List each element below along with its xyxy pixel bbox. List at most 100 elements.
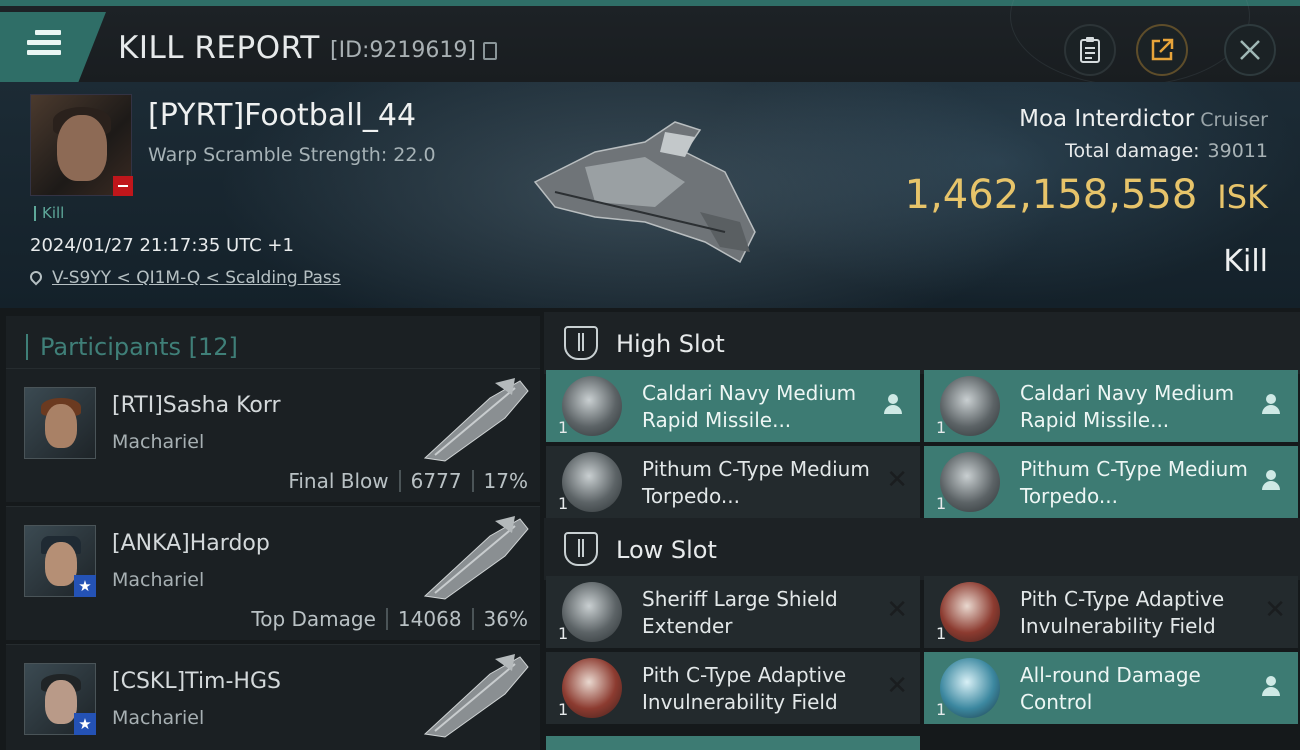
destroyed-x-icon: ✕ — [886, 465, 908, 495]
high-slot-title: High Slot — [616, 330, 725, 358]
participant-damage: 6777 — [410, 469, 462, 493]
clipboard-icon — [1080, 37, 1100, 63]
participant-stats: Final Blow 6777 17% — [288, 469, 528, 493]
person-icon — [1260, 392, 1282, 418]
module-quantity: 1 — [558, 418, 569, 437]
isk-amount: 1,462,158,558 — [904, 172, 1198, 218]
participants-header: Participants [12] — [6, 316, 540, 374]
total-damage-label: Total damage: — [1065, 140, 1200, 162]
shield-extender-icon — [562, 582, 622, 642]
location-link[interactable]: V-S9YY < QI1M-Q < Scalding Pass — [27, 268, 341, 288]
ship-class: Cruiser — [1200, 109, 1268, 131]
participant-row[interactable]: ★ [CSKL]Tim-HGS Machariel — [6, 644, 540, 750]
kill-report-screen: KILL REPORT [ID:9219619] [PYRT]Football_… — [0, 0, 1300, 750]
participant-stats: Top Damage 14068 36% — [251, 607, 528, 631]
participant-role: Top Damage — [251, 607, 376, 631]
isk-value: 1,462,158,558 ISK — [905, 172, 1268, 218]
module-name: Pithum C-Type Medium Torpedo... — [642, 457, 870, 508]
participant-ship-image — [423, 516, 529, 600]
total-damage-value: 39011 — [1207, 140, 1268, 162]
low-slot-header: Low Slot — [544, 518, 1300, 580]
participant-row[interactable]: [RTI]Sasha Korr Machariel Final Blow 6777… — [6, 368, 540, 502]
copy-icon[interactable] — [483, 42, 497, 60]
fitting-panel: High Slot 1 Caldari Navy Medium Rapid Mi… — [540, 308, 1300, 750]
close-button[interactable] — [1224, 24, 1276, 76]
clipboard-button[interactable] — [1064, 24, 1116, 76]
participant-name: [RTI]Sasha Korr — [112, 393, 281, 418]
location-pin-icon — [27, 268, 45, 286]
module-name: All-round Damage Control — [1020, 663, 1201, 714]
total-damage: Total damage: 39011 — [1065, 140, 1268, 162]
module-quantity: 1 — [558, 494, 569, 513]
participant-ship: Machariel — [112, 569, 205, 591]
module-item[interactable]: 1 All-round Damage Control — [924, 652, 1298, 724]
module-quantity: 1 — [936, 624, 947, 643]
isk-unit: ISK — [1217, 178, 1268, 216]
module-quantity: 1 — [558, 700, 569, 719]
module-item[interactable]: 1 Caldari Navy Medium Rapid Missile... — [924, 370, 1298, 442]
share-button[interactable] — [1136, 24, 1188, 76]
module-name: Pith C-Type Adaptive Invulnerability Fie… — [642, 663, 847, 714]
module-item[interactable]: 1 Caldari Navy Medium Rapid Missile... — [546, 370, 920, 442]
close-icon — [1240, 40, 1260, 60]
warp-scramble-strength: Warp Scramble Strength: 22.0 — [148, 144, 436, 166]
ship-type[interactable]: Moa Interdictor Cruiser — [1019, 106, 1268, 132]
rapid-missile-launcher-icon — [562, 376, 622, 436]
person-icon — [1260, 468, 1282, 494]
low-slot-icon — [564, 532, 598, 566]
module-quantity: 1 — [936, 494, 947, 513]
participant-name: [CSKL]Tim-HGS — [112, 669, 281, 694]
module-item[interactable]: 1 Pithum C-Type Medium Torpedo... ✕ — [546, 446, 920, 518]
person-icon — [882, 392, 904, 418]
participant-ship-image — [423, 378, 529, 462]
participant-avatar[interactable] — [24, 387, 96, 459]
participants-title: Participants [12] — [26, 334, 238, 360]
torpedo-launcher-icon — [562, 452, 622, 512]
location-text: V-S9YY < QI1M-Q < Scalding Pass — [52, 268, 341, 288]
menu-icon — [27, 30, 61, 60]
module-name: Caldari Navy Medium Rapid Missile... — [1020, 381, 1235, 432]
low-slot-title: Low Slot — [616, 536, 717, 564]
destroyed-x-icon: ✕ — [886, 671, 908, 701]
module-name: Caldari Navy Medium Rapid Missile... — [642, 381, 857, 432]
module-item[interactable]: 1 Sheriff Large Shield Extender ✕ — [546, 576, 920, 648]
star-badge-icon: ★ — [74, 575, 96, 597]
page-title: KILL REPORT — [118, 30, 320, 66]
header-decoration — [1010, 0, 1250, 86]
star-badge-icon: ★ — [74, 713, 96, 735]
module-name: Sheriff Large Shield Extender — [642, 587, 838, 638]
destroyed-x-icon: ✕ — [886, 595, 908, 625]
participant-name: [ANKA]Hardop — [112, 531, 270, 556]
participant-ship-image — [423, 654, 529, 738]
module-name: Pith C-Type Adaptive Invulnerability Fie… — [1020, 587, 1225, 638]
participants-panel: Participants [12] [RTI]Sasha Korr Machar… — [0, 308, 540, 750]
participant-row[interactable]: ★ [ANKA]Hardop Machariel Top Damage 14068… — [6, 506, 540, 640]
module-item[interactable]: 1 Pith C-Type Adaptive Invulnerability F… — [924, 576, 1298, 648]
module-item[interactable]: 1 Pith C-Type Adaptive Invulnerability F… — [546, 652, 920, 724]
destroyed-x-icon: ✕ — [1264, 595, 1286, 625]
torpedo-launcher-icon — [940, 452, 1000, 512]
standing-minus-icon — [113, 176, 133, 196]
ship-name: Moa Interdictor — [1019, 106, 1195, 132]
high-slot-icon — [564, 326, 598, 360]
victim-name[interactable]: [PYRT]Football_44 — [148, 98, 416, 133]
damage-control-icon — [940, 658, 1000, 718]
participant-percent: 17% — [483, 469, 528, 493]
module-item-partial[interactable] — [546, 736, 920, 750]
person-icon — [1260, 674, 1282, 700]
module-quantity: 1 — [558, 624, 569, 643]
high-slot-header: High Slot — [544, 312, 1300, 374]
result-label: Kill — [1223, 244, 1268, 279]
participant-role: Final Blow — [288, 469, 389, 493]
invulnerability-field-icon — [562, 658, 622, 718]
participant-ship: Machariel — [112, 707, 205, 729]
module-quantity: 1 — [936, 418, 947, 437]
top-bar: KILL REPORT [ID:9219619] — [0, 0, 1300, 86]
kill-tag: Kill — [34, 206, 64, 221]
victim-banner: [PYRT]Football_44 Warp Scramble Strength… — [0, 82, 1300, 308]
participant-percent: 36% — [483, 607, 528, 631]
rapid-missile-launcher-icon — [940, 376, 1000, 436]
participant-ship: Machariel — [112, 431, 205, 453]
menu-button[interactable] — [0, 12, 106, 82]
module-item[interactable]: 1 Pithum C-Type Medium Torpedo... — [924, 446, 1298, 518]
